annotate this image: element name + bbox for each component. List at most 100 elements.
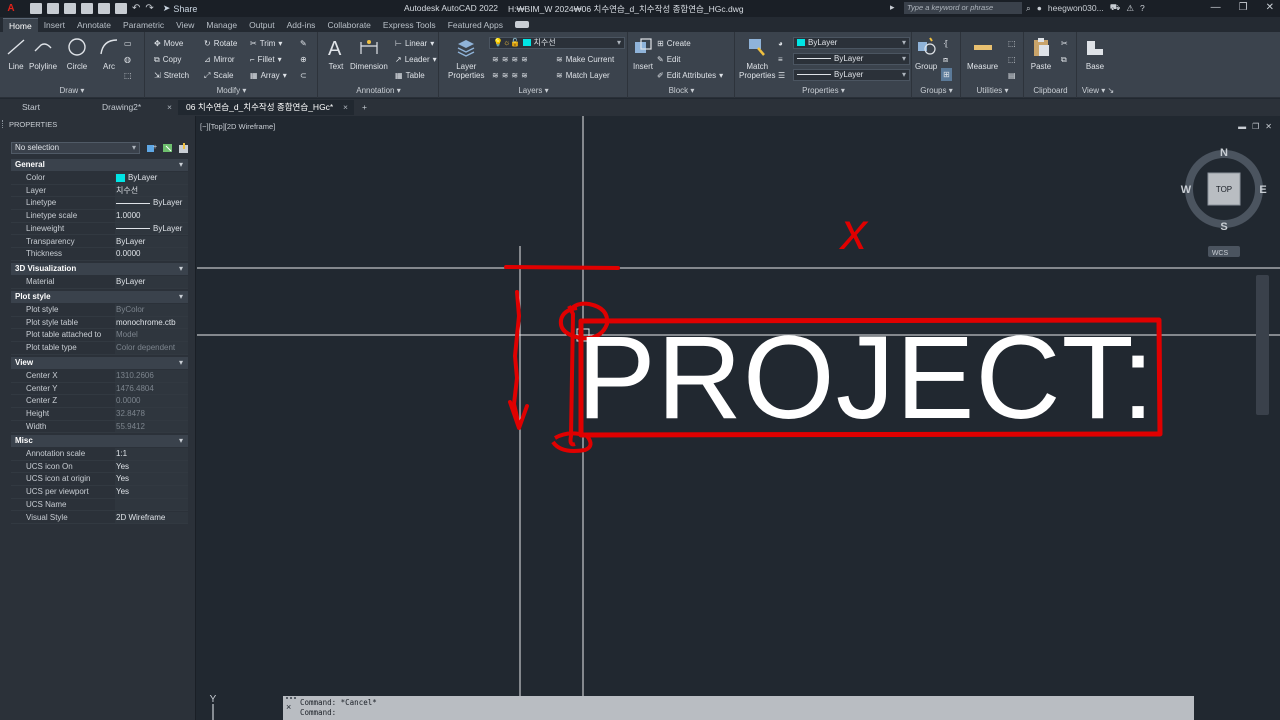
publish-icon[interactable]: [115, 3, 127, 14]
rectangle-icon[interactable]: ▭: [124, 37, 132, 50]
edit-attributes-button[interactable]: ✐ Edit Attributes ▾: [657, 69, 723, 82]
tab-featured-apps[interactable]: Featured Apps: [442, 18, 509, 32]
table-button[interactable]: ▦ Table: [395, 69, 425, 82]
prop-row[interactable]: Lineweight ByLayer: [11, 222, 188, 236]
select-objects-icon[interactable]: [162, 142, 174, 154]
select-all-icon[interactable]: ⬚: [1008, 53, 1016, 66]
ungroup-icon[interactable]: ⦃: [943, 37, 949, 50]
compass-south[interactable]: S: [1220, 221, 1227, 233]
compass-west[interactable]: W: [1181, 184, 1192, 196]
section-general[interactable]: General ▾: [11, 159, 188, 171]
doc-tab-active[interactable]: 06 치수연습_d_치수작성 종합연습_HGc* ×: [178, 100, 354, 115]
prop-row[interactable]: Plot table attached to Model: [11, 329, 188, 343]
erase-icon[interactable]: ✎: [300, 37, 307, 50]
section-misc[interactable]: Misc ▾: [11, 435, 188, 447]
leader-button[interactable]: ↗ Leader ▾: [395, 53, 437, 66]
tab-home[interactable]: Home: [3, 18, 38, 32]
scale-button[interactable]: ⤢ Scale: [204, 69, 233, 82]
prop-row[interactable]: Height 32.8478: [11, 408, 188, 421]
new-tab-button[interactable]: +: [354, 100, 374, 115]
prop-row[interactable]: UCS per viewport Yes: [11, 486, 188, 499]
prop-row[interactable]: Transparency ByLayer: [11, 235, 188, 249]
prop-row[interactable]: Center Y 1476.4804: [11, 382, 188, 396]
layer-properties-button[interactable]: Layer Properties: [448, 36, 484, 80]
trim-button[interactable]: ✂ Trim ▾: [250, 37, 282, 50]
print-icon[interactable]: [81, 3, 93, 14]
view-panel-title[interactable]: View ▾ ↘: [1078, 85, 1118, 97]
tab-output[interactable]: Output: [243, 18, 281, 32]
selection-dropdown[interactable]: No selection ▾: [11, 142, 140, 154]
tab-collaborate[interactable]: Collaborate: [321, 18, 376, 32]
quick-select-icon[interactable]: ⬚: [1008, 37, 1016, 50]
close-tab-icon[interactable]: ×: [343, 100, 348, 115]
minimize-icon[interactable]: —: [1211, 2, 1221, 13]
rotate-button[interactable]: ↻ Rotate: [204, 37, 237, 50]
user-icon[interactable]: ●: [1037, 3, 1042, 13]
annotation-panel-title[interactable]: Annotation ▾: [319, 85, 438, 97]
offset-icon[interactable]: ⊂: [300, 69, 307, 82]
search-input[interactable]: Type a keyword or phrase: [904, 2, 1022, 14]
quick-select-icon[interactable]: [178, 142, 190, 154]
prop-row[interactable]: UCS icon at origin Yes: [11, 473, 188, 487]
mirror-button[interactable]: ⊿ Mirror: [204, 53, 235, 66]
toggle-pickadd-icon[interactable]: +: [146, 142, 158, 154]
tab-express-tools[interactable]: Express Tools: [377, 18, 442, 32]
prop-row[interactable]: UCS Name: [11, 498, 188, 512]
exchange-icon[interactable]: ⚠: [1126, 3, 1134, 14]
user-name[interactable]: heegwon030...: [1048, 3, 1104, 13]
properties-panel-title[interactable]: Properties ▾: [736, 85, 911, 97]
redo-icon[interactable]: ↷: [145, 3, 153, 14]
edit-block-button[interactable]: ✎ Edit: [657, 53, 681, 66]
save-as-icon[interactable]: [64, 3, 76, 14]
prop-row[interactable]: Linetype scale 1.0000: [11, 210, 188, 223]
tab-insert[interactable]: Insert: [38, 18, 71, 32]
calculator-icon[interactable]: ▤: [1008, 69, 1016, 82]
save-icon[interactable]: [47, 3, 59, 14]
prop-row[interactable]: Visual Style 2D Wireframe: [11, 511, 188, 525]
block-panel-title[interactable]: Block ▾: [629, 85, 734, 97]
tab-parametric[interactable]: Parametric: [117, 18, 170, 32]
close-tab-icon[interactable]: ×: [167, 100, 172, 115]
command-line[interactable]: × Command: *Cancel* Command:: [283, 696, 1194, 720]
linetype-dropdown[interactable]: ByLayer ▾: [793, 69, 910, 81]
utilities-panel-title[interactable]: Utilities ▾: [962, 85, 1023, 97]
prop-row[interactable]: Plot table type Color dependent: [11, 342, 188, 355]
layer-tools-row2[interactable]: ≋ ≋ ≋ ≋: [492, 69, 528, 82]
navigation-bar[interactable]: [1256, 275, 1269, 415]
match-properties-button[interactable]: Match Properties: [739, 36, 775, 80]
arc-button[interactable]: Arc: [98, 36, 120, 71]
cart-icon[interactable]: ⛟: [1110, 2, 1121, 14]
command-grip[interactable]: [286, 697, 296, 699]
command-close-icon[interactable]: ×: [286, 702, 291, 712]
tab-view[interactable]: View: [170, 18, 200, 32]
polyline-button[interactable]: Polyline: [29, 36, 57, 71]
doc-tab-drawing2[interactable]: Drawing2* ×: [94, 100, 178, 115]
prop-row[interactable]: Center Z 0.0000: [11, 395, 188, 409]
copy-clip-icon[interactable]: ⧉: [1061, 53, 1067, 66]
stretch-button[interactable]: ⇲ Stretch: [154, 69, 189, 82]
layer-tools-row1[interactable]: ≋ ≋ ≋ ≋: [492, 53, 528, 66]
prop-row[interactable]: UCS icon On Yes: [11, 460, 188, 474]
clipboard-panel-title[interactable]: Clipboard: [1025, 85, 1076, 97]
cut-icon[interactable]: ✂: [1061, 37, 1068, 50]
group-button[interactable]: Group: [915, 36, 937, 71]
modify-panel-title[interactable]: Modify ▾: [146, 85, 317, 97]
tab-annotate[interactable]: Annotate: [71, 18, 117, 32]
copy-button[interactable]: ⧉ Copy: [154, 53, 181, 66]
layers-panel-title[interactable]: Layers ▾: [440, 85, 627, 97]
boundary-icon[interactable]: ⬚: [124, 69, 132, 82]
prop-row[interactable]: Center X 1310.2606: [11, 370, 188, 383]
lineweight-dropdown[interactable]: ByLayer ▾: [793, 53, 910, 65]
measure-button[interactable]: Measure: [967, 36, 998, 71]
hatch-icon[interactable]: ◍: [124, 53, 131, 66]
compass-north[interactable]: N: [1220, 147, 1228, 159]
dimension-button[interactable]: Dimension: [350, 36, 388, 71]
help-icon[interactable]: ?: [1140, 3, 1145, 13]
move-button[interactable]: ✥ Move: [154, 37, 183, 50]
autocad-logo-icon[interactable]: A: [0, 0, 22, 17]
explode-icon[interactable]: ⊕: [300, 53, 307, 66]
prop-row[interactable]: Material ByLayer: [11, 276, 188, 289]
prop-row[interactable]: Width 55.9412: [11, 420, 188, 434]
group-edit-icon[interactable]: ⧈: [943, 53, 948, 66]
prop-row[interactable]: Layer 치수선: [11, 184, 188, 198]
